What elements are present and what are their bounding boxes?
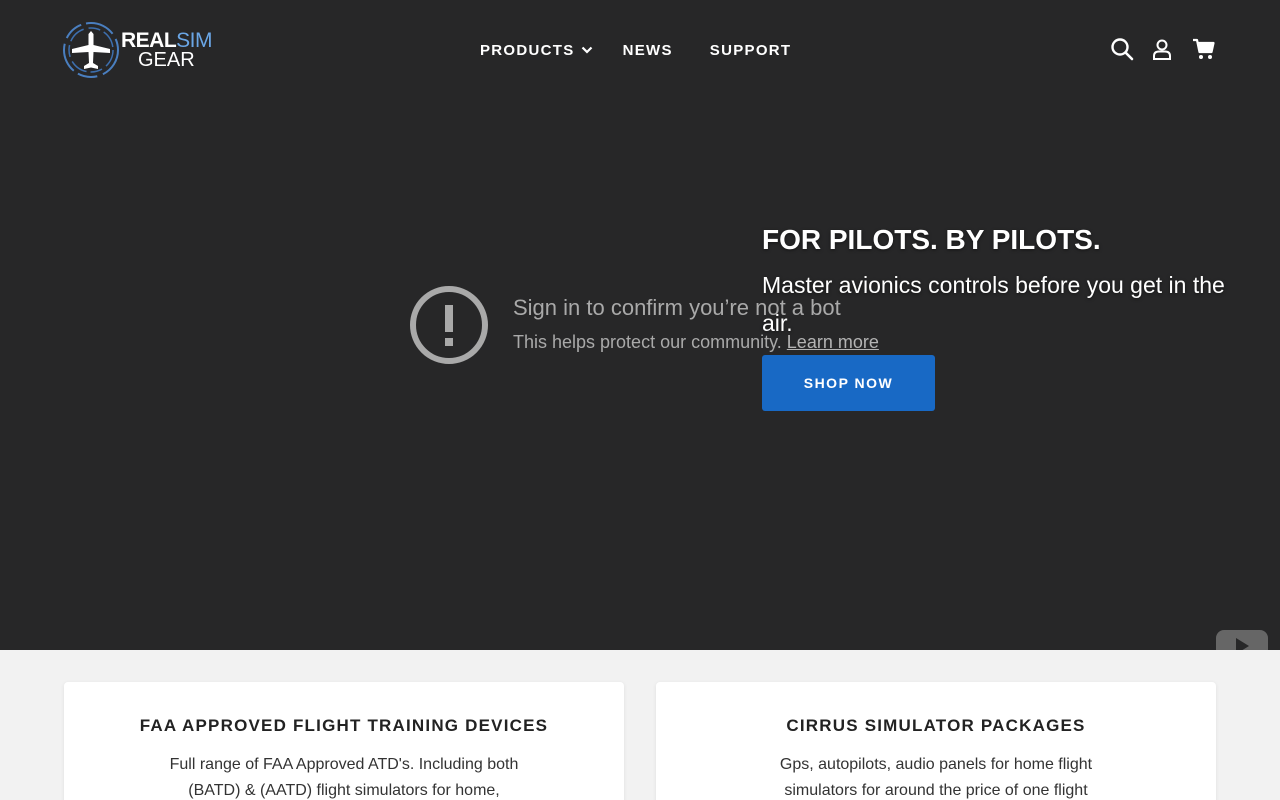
nav-products[interactable]: PRODUCTS bbox=[480, 38, 593, 62]
hero-subtitle: Master avionics controls before you get … bbox=[762, 272, 1225, 336]
card-title: FAA APPROVED FLIGHT TRAINING DEVICES bbox=[139, 716, 549, 735]
card-cirrus-packages[interactable]: CIRRUS SIMULATOR PACKAGES Gps, autopilot… bbox=[656, 682, 1216, 800]
card-faa-devices[interactable]: FAA APPROVED FLIGHT TRAINING DEVICES Ful… bbox=[64, 682, 624, 800]
hero-section: REALSIM GEAR PRODUCTS NEWS SUPPORT Sign … bbox=[0, 0, 1280, 650]
main-nav: PRODUCTS NEWS SUPPORT bbox=[480, 38, 791, 62]
site-logo[interactable]: REALSIM GEAR bbox=[60, 21, 222, 79]
account-icon[interactable] bbox=[1150, 37, 1174, 61]
nav-news[interactable]: NEWS bbox=[623, 38, 673, 62]
bot-warning-text: This helps protect our community. bbox=[513, 332, 782, 352]
card-title: CIRRUS SIMULATOR PACKAGES bbox=[786, 716, 1086, 735]
logo-word-gear: GEAR bbox=[138, 49, 195, 71]
card-description: Full range of FAA Approved ATD's. Includ… bbox=[169, 756, 519, 799]
header-actions bbox=[1110, 37, 1216, 61]
nav-support[interactable]: SUPPORT bbox=[710, 38, 792, 62]
search-icon[interactable] bbox=[1110, 37, 1134, 61]
airplane-logo-icon bbox=[63, 22, 119, 78]
nav-products-label: PRODUCTS bbox=[480, 41, 575, 59]
card-description: Gps, autopilots, audio panels for home f… bbox=[779, 756, 1093, 799]
chevron-down-icon bbox=[581, 46, 592, 54]
hero-title: FOR PILOTS. BY PILOTS. bbox=[762, 224, 1101, 255]
hero-copy: FOR PILOTS. BY PILOTS. Master avionics c… bbox=[762, 224, 1242, 411]
shop-now-button[interactable]: SHOP NOW bbox=[762, 355, 935, 411]
youtube-play-icon[interactable] bbox=[1216, 628, 1268, 650]
cart-icon[interactable] bbox=[1192, 37, 1216, 61]
alert-circle-icon bbox=[410, 286, 488, 364]
